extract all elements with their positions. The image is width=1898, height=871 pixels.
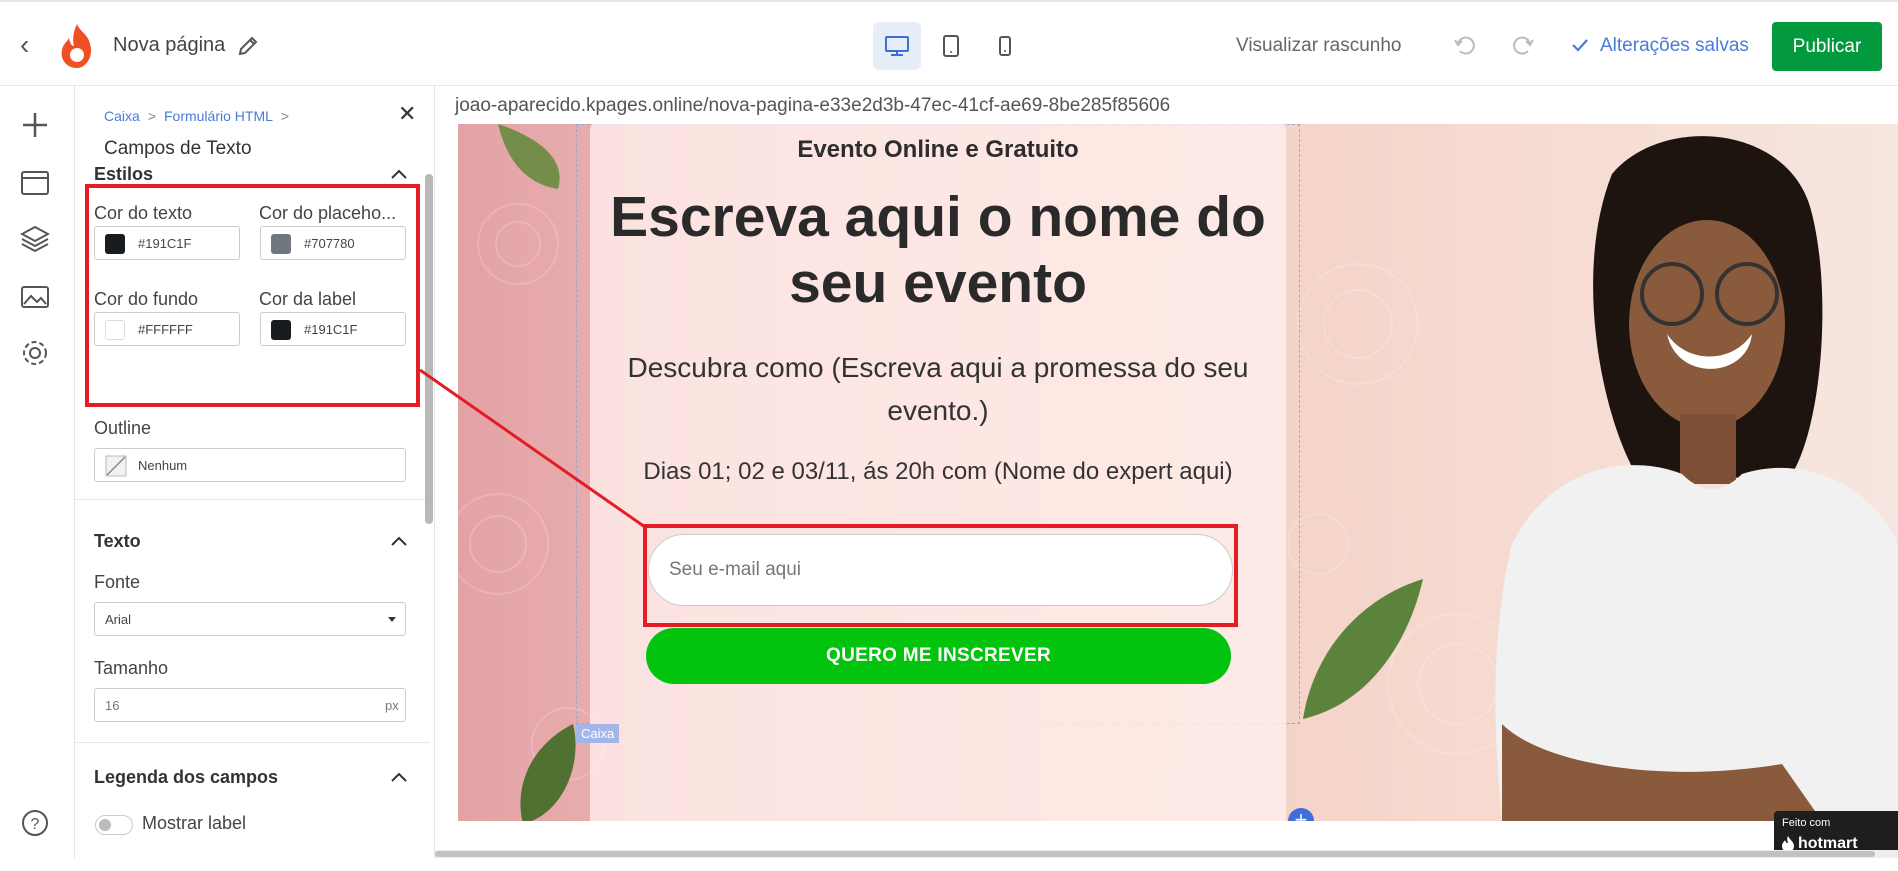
panel-title: Campos de Texto [104,138,252,159]
tablet-icon [943,35,959,57]
preview-draft-link[interactable]: Visualizar rascunho [1236,35,1401,57]
check-icon [1572,39,1588,52]
chevron-up-icon[interactable] [390,168,408,180]
chevron-up-icon[interactable] [390,535,408,547]
scroll-thumb[interactable] [435,851,1875,857]
pencil-icon[interactable] [236,34,260,58]
left-rail: ? [0,86,75,858]
subscribe-button[interactable]: QUERO ME INSCREVER [646,628,1231,684]
back-arrow-icon[interactable]: ‹ [20,31,29,59]
caret-down-icon [388,617,396,622]
font-value: Arial [105,612,132,627]
undo-icon[interactable] [1452,32,1478,58]
no-outline-icon [105,455,127,477]
woman-photo [1495,136,1898,821]
breadcrumb-separator: > [147,108,156,124]
event-subtitle[interactable]: Evento Online e Gratuito [590,136,1286,164]
highlight-styles-box [85,184,420,407]
plus-icon[interactable] [20,110,50,140]
svg-text:?: ? [31,816,40,833]
section-text-heading[interactable]: Texto [94,531,141,552]
help-icon[interactable]: ? [20,808,50,838]
page-url[interactable]: joao-aparecido.kpages.online/nova-pagina… [455,95,1170,117]
font-label: Fonte [94,572,141,592]
redo-icon[interactable] [1510,32,1536,58]
highlight-input-box [643,524,1238,627]
size-unit: px [385,698,399,713]
close-icon[interactable]: ✕ [398,101,416,127]
image-icon[interactable] [20,282,50,312]
size-input[interactable]: 16 px [94,688,406,722]
breadcrumb-item-form[interactable]: Formulário HTML [164,108,273,124]
breadcrumb-separator: > [280,108,290,124]
top-bar: ‹ Nova página Visualizar rascunho Altera… [0,0,1898,86]
section-legend-heading[interactable]: Legenda dos campos [94,767,278,788]
layers-icon[interactable] [20,224,50,254]
size-value: 16 [105,698,120,713]
event-date[interactable]: Dias 01; 02 e 03/11, ás 20h com (Nome do… [590,458,1286,486]
canvas-scrollbar[interactable] [435,850,1898,858]
breadcrumb: Caixa > Formulário HTML > [104,108,297,124]
show-label-toggle[interactable] [95,815,133,835]
gear-icon[interactable] [20,338,50,368]
leaf-image [498,124,560,189]
publish-button[interactable]: Publicar [1772,22,1882,71]
leaf-image [520,724,576,821]
page-name[interactable]: Nova página [113,34,225,57]
chevron-up-icon[interactable] [390,771,408,783]
outline-label: Outline [94,418,152,438]
divider [75,499,430,500]
hotmart-logo [61,24,92,68]
show-label-text: Mostrar label [142,813,247,833]
tablet-view-button[interactable] [927,22,975,70]
window-icon[interactable] [20,168,50,198]
size-label: Tamanho [94,658,169,678]
event-description[interactable]: Descubra como (Escreva aqui a promessa d… [618,346,1258,432]
outline-value: Nenhum [138,458,188,473]
event-title[interactable]: Escreva aqui o nome do seu evento [590,184,1286,316]
breadcrumb-item-caixa[interactable]: Caixa [104,108,140,124]
url-bar: joao-aparecido.kpages.online/nova-pagina… [435,86,1898,124]
mobile-view-button[interactable] [981,22,1029,70]
divider [75,742,430,743]
mobile-icon [999,36,1011,56]
panel-scrollbar[interactable] [425,174,433,524]
badge-made-with: Feito com [1782,817,1831,829]
desktop-icon [885,36,909,56]
page-canvas: Evento Online e Gratuito Escreva aqui o … [458,124,1898,821]
desktop-view-button[interactable] [873,22,921,70]
box-label[interactable]: Caixa [576,724,620,743]
font-select[interactable]: Arial [94,602,406,636]
outline-select[interactable]: Nenhum [94,448,406,482]
saved-status: Alterações salvas [1600,35,1749,56]
section-styles-heading[interactable]: Estilos [94,164,153,185]
